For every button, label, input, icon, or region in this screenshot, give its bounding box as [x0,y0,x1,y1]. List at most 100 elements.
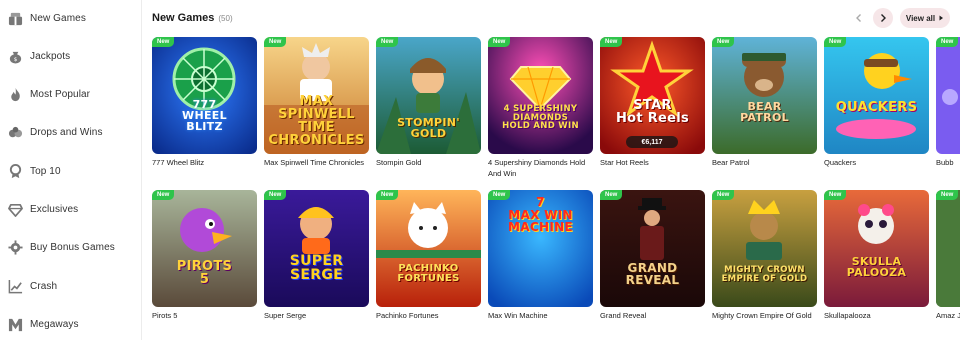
game-thumbnail[interactable]: New PACHINKO FORTUNES [376,190,481,307]
sidebar-item-label: New Games [30,12,86,24]
game-art-title: QUACKERS [835,100,918,115]
game-art [712,190,817,307]
game-art [488,37,593,154]
sidebar-item-label: Jackpots [30,50,71,62]
game-art-title: GRAND REVEAL [625,261,680,287]
game-name[interactable]: Bear Patrol [712,157,817,168]
game-art [152,190,257,307]
game-name[interactable]: 777 Wheel Blitz [152,157,257,168]
chevron-left-icon [856,14,861,22]
sidebar-item-jackpots[interactable]: $ Jackpots [0,44,142,68]
sidebar: New Games $ Jackpots Most Popular Drops … [0,0,142,340]
sidebar-item-label: Crash [30,280,58,292]
new-badge: New [376,190,399,200]
new-badge: New [600,190,623,200]
game-art [936,190,960,307]
game-thumbnail[interactable]: New QUACKERS [824,37,929,154]
game-name[interactable]: Max Spinwell Time Chronicles [264,157,369,168]
game-card-777-wheel-blitz[interactable]: New 777 WHEEL BLITZ 777 Wheel Blitz [152,37,257,168]
new-badge: New [712,190,735,200]
game-name[interactable]: Pirots 5 [152,310,257,321]
new-badge: New [264,190,287,200]
new-badge: New [152,190,175,200]
diamond-icon [7,201,23,217]
game-thumbnail[interactable]: New SKULLA PALOOZA [824,190,929,307]
game-art-title: 777 WHEEL BLITZ [182,98,227,133]
game-thumbnail[interactable]: New 777 WHEEL BLITZ [152,37,257,154]
game-art-title: 7 MAX WIN MACHINE [508,195,573,235]
view-all-label: View all [905,13,936,23]
game-card-amaz-jones[interactable]: New Amaz Jones [936,190,960,321]
game-card-mighty-crown[interactable]: New MIGHTY CROWN EMPIRE OF GOLD Mighty C… [712,190,817,321]
game-art [600,190,705,307]
new-badge: New [376,37,399,47]
game-art [152,37,257,154]
view-all-button[interactable]: View all [900,8,950,28]
flame-icon [7,86,23,102]
game-card-max-win-machine[interactable]: New 7 MAX WIN MACHINE Max Win Machine [488,190,593,321]
sidebar-item-top-10[interactable]: Top 10 [0,159,142,183]
game-name[interactable]: Super Serge [264,310,369,321]
game-name[interactable]: Quackers [824,157,929,168]
sidebar-item-new-games[interactable]: New Games [0,6,142,30]
sidebar-item-exclusives[interactable]: Exclusives [0,197,142,221]
sidebar-item-drops-and-wins[interactable]: Drops and Wins [0,120,142,144]
game-name[interactable]: Stompin Gold [376,157,481,168]
game-card-max-spinwell[interactable]: New MAX SPINWELL TIME CHRONICLES Max Spi… [264,37,369,168]
sidebar-item-megaways[interactable]: Megaways [0,312,142,336]
game-art-title: STAR Hot Reels [615,98,690,126]
game-thumbnail[interactable]: New STOMPIN' GOLD [376,37,481,154]
game-thumbnail[interactable]: New PIROTS 5 [152,190,257,307]
game-card-grand-reveal[interactable]: New GRAND REVEAL Grand Reveal [600,190,705,321]
carousel-next-button[interactable] [873,8,893,28]
sidebar-item-most-popular[interactable]: Most Popular [0,82,142,106]
carousel-prev-button[interactable] [849,8,869,28]
game-thumbnail[interactable]: New STAR Hot Reels €6,117 [600,37,705,154]
game-name[interactable]: Star Hot Reels [600,157,705,168]
game-thumbnail[interactable]: New [936,190,960,307]
game-name[interactable]: Max Win Machine [488,310,593,321]
game-thumbnail[interactable]: New BEAR PATROL [712,37,817,154]
game-name[interactable]: Pachinko Fortunes [376,310,481,321]
game-name[interactable]: Amaz Jones [936,310,960,321]
game-card-star-hot-reels[interactable]: New STAR Hot Reels €6,117 Star Hot Reels [600,37,705,168]
new-games-icon [7,10,23,26]
jackpot-amount: €6,117 [626,136,678,148]
game-card-bubb[interactable]: New Bubb [936,37,960,168]
sidebar-item-buy-bonus-games[interactable]: Buy Bonus Games [0,235,142,259]
game-thumbnail[interactable]: New GRAND REVEAL [600,190,705,307]
new-badge: New [712,37,735,47]
game-card-skullapalooza[interactable]: New SKULLA PALOOZA Skullapalooza [824,190,929,321]
game-name[interactable]: Mighty Crown Empire Of Gold [712,310,817,321]
sidebar-item-label: Most Popular [30,88,91,100]
sidebar-item-label: Megaways [30,318,79,330]
game-name[interactable]: Skullapalooza [824,310,929,321]
game-card-pirots-5[interactable]: New PIROTS 5 Pirots 5 [152,190,257,321]
game-thumbnail[interactable]: New SUPER SERGE [264,190,369,307]
game-thumbnail[interactable]: New 4 SUPERSHINY DIAMONDS HOLD AND WIN [488,37,593,154]
game-name[interactable]: Grand Reveal [600,310,705,321]
sidebar-item-label: Buy Bonus Games [30,241,115,253]
game-art-title: PIROTS 5 [176,259,233,287]
game-thumbnail[interactable]: New 7 MAX WIN MACHINE [488,190,593,307]
new-badge: New [600,37,623,47]
game-thumbnail[interactable]: New [936,37,960,154]
sidebar-item-crash[interactable]: Crash [0,274,142,298]
game-card-pachinko-fortunes[interactable]: New PACHINKO FORTUNES Pachinko Fortunes [376,190,481,321]
game-card-super-serge[interactable]: New SUPER SERGE Super Serge [264,190,369,321]
game-thumbnail[interactable]: New MAX SPINWELL TIME CHRONICLES [264,37,369,154]
game-art [936,37,960,154]
game-name[interactable]: 4 Supershiny Diamonds Hold And Win [488,157,593,179]
game-art-title: 4 SUPERSHINY DIAMONDS HOLD AND WIN [502,104,579,131]
sidebar-item-label: Top 10 [30,165,61,177]
casino-lobby: New Games $ Jackpots Most Popular Drops … [0,0,960,340]
game-art-title: SKULLA PALOOZA [846,255,907,279]
game-card-bear-patrol[interactable]: New BEAR PATROL Bear Patrol [712,37,817,168]
game-card-4-supershiny-diamonds[interactable]: New 4 SUPERSHINY DIAMONDS HOLD AND WIN 4… [488,37,593,179]
game-card-quackers[interactable]: New QUACKERS Quackers [824,37,929,168]
game-art-title: SUPER SERGE [289,253,344,283]
game-name[interactable]: Bubb [936,157,960,168]
game-card-stompin-gold[interactable]: New STOMPIN' GOLD Stompin Gold [376,37,481,168]
game-thumbnail[interactable]: New MIGHTY CROWN EMPIRE OF GOLD [712,190,817,307]
section-header: New Games (50) [152,12,233,24]
